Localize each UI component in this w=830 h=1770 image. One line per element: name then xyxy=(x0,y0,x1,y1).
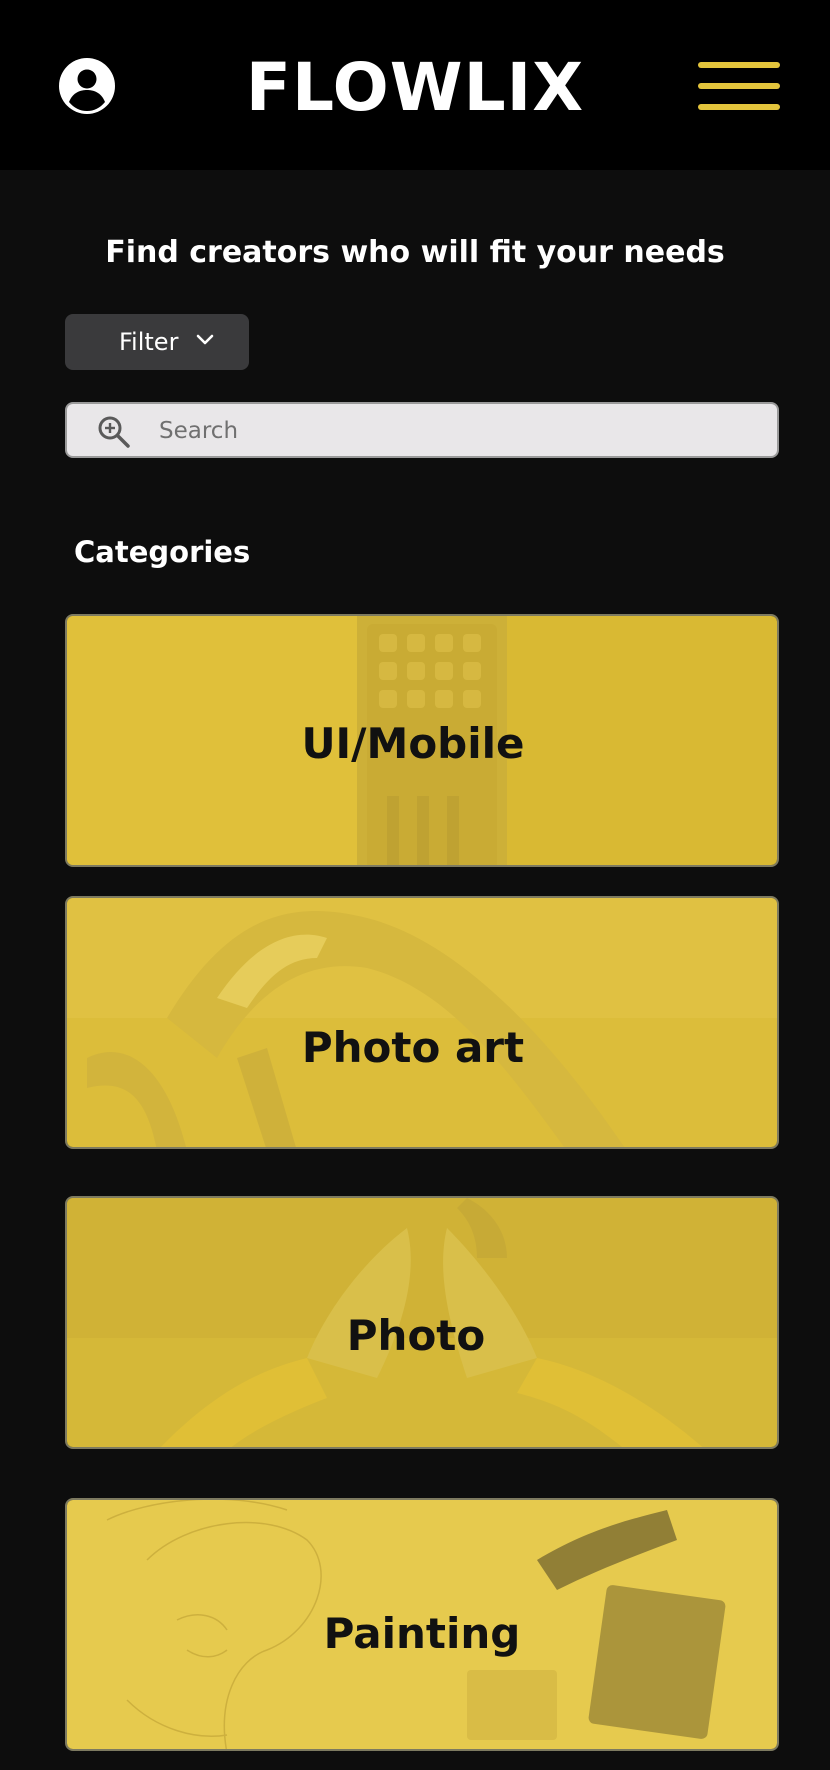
app-header: FLOWLIX xyxy=(0,0,830,170)
category-label: Painting xyxy=(323,1609,521,1658)
search-input[interactable] xyxy=(159,412,759,450)
category-label: UI/Mobile xyxy=(301,719,525,768)
chevron-down-icon xyxy=(196,334,214,345)
search-icon xyxy=(98,416,130,448)
page-headline: Find creators who will fit your needs xyxy=(105,235,725,270)
hamburger-menu-icon[interactable] xyxy=(698,60,780,112)
filter-button[interactable]: Filter xyxy=(65,314,249,370)
categories-heading: Categories xyxy=(74,535,251,569)
category-label: Photo art xyxy=(301,1023,525,1072)
category-label: Photo xyxy=(346,1311,486,1360)
category-card-painting[interactable]: Painting xyxy=(65,1498,779,1751)
category-card-ui-mobile[interactable]: UI/Mobile xyxy=(65,614,779,867)
search-bar[interactable] xyxy=(65,402,779,458)
filter-label: Filter xyxy=(119,328,179,356)
category-card-photo-art[interactable]: Photo art xyxy=(65,896,779,1149)
category-card-photo[interactable]: Photo xyxy=(65,1196,779,1449)
